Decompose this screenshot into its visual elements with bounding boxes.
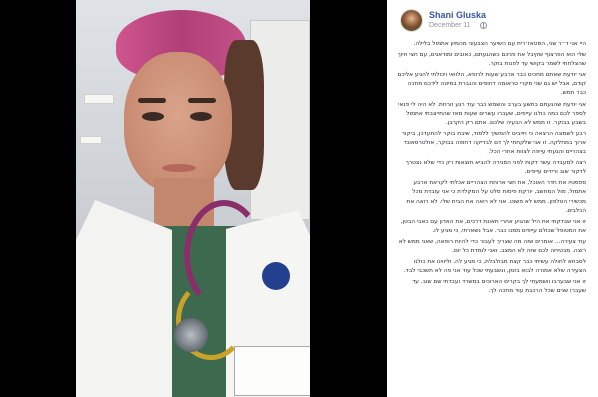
post-paragraph: זו אני שבדקתי את היל שהגיע אחרי תאונת דר… <box>400 218 586 234</box>
id-badge <box>234 346 310 396</box>
post-paragraph: אני יודעת שהגעתם בתשע בערב והשמש כבר עוד… <box>398 101 586 126</box>
face <box>124 52 232 192</box>
author-name[interactable]: Shani Gluska <box>429 10 486 20</box>
right-eye <box>190 112 212 121</box>
author-avatar[interactable] <box>400 9 423 32</box>
post-paragraph: אני יודעת שאתם מחכים כבר ארבע שעות לרופא… <box>397 72 586 97</box>
post-photo[interactable] <box>0 0 387 397</box>
post-text: היי אני ד״ר שני, הסטאז׳רית עם השיער הצבע… <box>395 36 590 296</box>
post-paragraph: שלי הוא הפרצוף שקיבל את פניכם כשהגעתם, כ… <box>397 52 586 68</box>
stethoscope-bell <box>174 318 208 352</box>
left-brow <box>138 98 166 103</box>
selfie-image <box>76 0 310 397</box>
right-brow <box>188 98 216 103</box>
ceiling-light <box>84 94 114 104</box>
post-paragraph: ספסטיו את חדר האוכל, את חצי ארוחת הצהריי… <box>406 180 586 214</box>
post-paragraph: רצה למעבדה עשר דקות לפני הסגירה להביא תו… <box>405 160 586 176</box>
ceiling-light <box>80 136 102 144</box>
badge-clip <box>262 262 290 290</box>
white-coat-left <box>76 200 172 397</box>
post-paragraph: עוד צעירה... אומרים שזה מה שצריך לעבור כ… <box>398 238 586 254</box>
post-date[interactable]: December 11 <box>429 22 471 29</box>
post-paragraph: לסבתא לחולה עשיתי כבר קצת מבולבלת, כי מג… <box>403 259 586 275</box>
post-paragraph: היי אני ד״ר שני, הסטאז׳רית עם השיער הצבע… <box>413 41 586 47</box>
left-eye <box>142 112 164 121</box>
post-header: Shani Gluska December 11 <box>395 6 590 36</box>
post-paragraph: רבע לשמונה הרצאה כי חייבים להמשיך ללמוד,… <box>401 130 586 156</box>
lips <box>162 164 196 172</box>
post-paragraph: זו אני שבערבו וושמעתי לך בקרים הארוכים ב… <box>412 279 586 295</box>
globe-icon <box>480 22 487 29</box>
post-panel: Shani Gluska December 11 היי אני ד״ר שני… <box>387 0 598 397</box>
